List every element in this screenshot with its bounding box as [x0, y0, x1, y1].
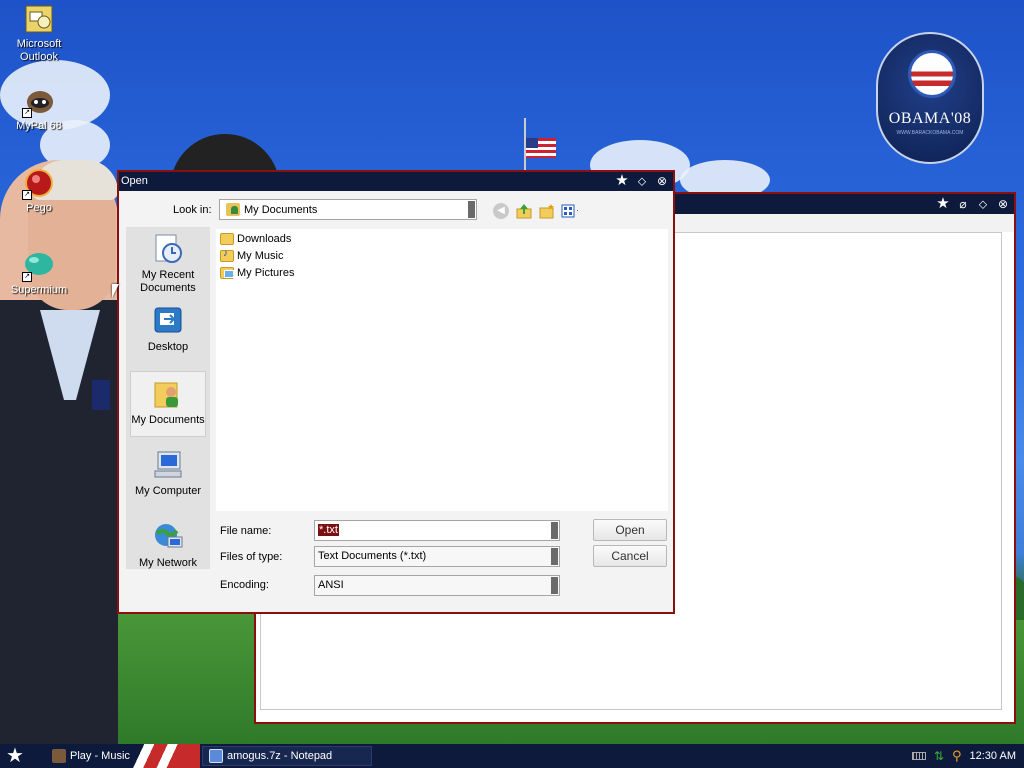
encoding-select[interactable]: ANSI	[314, 575, 560, 596]
file-name-input[interactable]: *.txt	[314, 520, 560, 541]
my-computer-icon	[152, 449, 184, 481]
taskbar-button-notepad[interactable]: amogus.7z - Notepad	[202, 746, 372, 766]
place-desktop[interactable]: Desktop	[130, 299, 206, 365]
view-menu-icon[interactable]	[561, 202, 578, 219]
keyboard-icon[interactable]	[911, 752, 926, 760]
back-icon[interactable]: ◀	[493, 202, 509, 219]
network-icon[interactable]: ⇅	[934, 749, 944, 763]
close-button[interactable]: ⊗	[996, 196, 1010, 212]
dropdown-arrow-icon[interactable]	[551, 522, 558, 539]
outlook-icon	[24, 4, 54, 34]
my-documents-icon	[152, 378, 184, 410]
flag-image	[526, 138, 556, 158]
campaign-logo: OBAMA'08 WWW.BARACKOBAMA.COM	[876, 32, 984, 164]
cancel-button[interactable]: Cancel	[593, 545, 667, 567]
star-menu-icon[interactable]: ★	[936, 196, 950, 212]
pego-icon: ↗	[22, 168, 54, 200]
file-name-label: File name:	[220, 525, 272, 537]
system-tray: ⇅ ⚲ 12:30 AM	[911, 744, 1016, 768]
desktop-icon-supermium[interactable]: ↗ Supermium	[2, 250, 76, 297]
my-network-icon	[152, 521, 184, 553]
star-menu-icon[interactable]: ★	[615, 173, 629, 189]
up-folder-icon[interactable]	[515, 202, 532, 219]
file-item-downloads[interactable]: Downloads	[220, 231, 291, 247]
taskbar-button-play-music[interactable]: Play - Music	[46, 746, 196, 766]
mouse-cursor	[112, 284, 119, 298]
file-item-my-pictures[interactable]: My Pictures	[220, 265, 294, 281]
music-player-icon	[52, 749, 66, 763]
dialog-close-button[interactable]: ⊗	[655, 173, 669, 189]
look-in-label: Look in:	[173, 204, 212, 216]
file-list[interactable]: Downloads My Music My Pictures	[216, 229, 668, 511]
taskbar: ★ Play - Music amogus.7z - Notepad ⇅ ⚲ 1…	[0, 744, 1024, 768]
minimize-button[interactable]: ⌀	[956, 196, 970, 212]
notepad-icon	[209, 749, 223, 763]
open-dialog: Open ★ ⬦ ⊗ Look in: My Documents ◀ My Re…	[117, 170, 675, 614]
dropdown-arrow-icon[interactable]	[551, 577, 558, 594]
music-folder-icon	[220, 248, 234, 262]
dropdown-arrow-icon[interactable]	[468, 201, 475, 218]
folder-icon	[220, 233, 234, 245]
encoding-label: Encoding:	[220, 579, 269, 591]
dropdown-arrow-icon[interactable]	[551, 548, 558, 565]
new-folder-icon[interactable]	[538, 202, 555, 219]
open-button[interactable]: Open	[593, 519, 667, 541]
files-of-type-select[interactable]: Text Documents (*.txt)	[314, 546, 560, 567]
places-bar: My Recent Documents Desktop My Documents…	[126, 227, 210, 569]
mypal-icon: ↗	[22, 86, 54, 118]
supermium-icon: ↗	[22, 250, 54, 282]
look-in-dropdown[interactable]: My Documents	[219, 199, 477, 220]
place-my-network[interactable]: My Network	[130, 515, 206, 581]
dialog-titlebar[interactable]: Open ★ ⬦ ⊗	[119, 172, 673, 191]
place-my-documents[interactable]: My Documents	[130, 371, 206, 437]
files-of-type-label: Files of type:	[220, 551, 283, 563]
desktop-icon-mypal[interactable]: ↗ MyPal 68	[2, 86, 76, 133]
clock[interactable]: 12:30 AM	[970, 750, 1016, 762]
desktop-icon	[152, 305, 184, 337]
desktop-icon-microsoft-outlook[interactable]: Microsoft Outlook	[2, 4, 76, 64]
place-my-recent-documents[interactable]: My Recent Documents	[130, 227, 206, 294]
person-image	[0, 160, 118, 744]
maximize-button[interactable]: ⬦	[976, 196, 990, 212]
desktop-icon-pego[interactable]: ↗ Pego	[2, 168, 76, 215]
place-my-computer[interactable]: My Computer	[130, 443, 206, 509]
pictures-folder-icon	[220, 267, 234, 279]
start-button[interactable]: ★	[6, 745, 24, 767]
dialog-title: Open	[121, 175, 148, 187]
help-button[interactable]: ⬦	[635, 173, 649, 189]
recent-documents-icon	[152, 233, 184, 265]
my-documents-small-icon	[226, 203, 240, 216]
file-item-my-music[interactable]: My Music	[220, 248, 283, 264]
search-icon[interactable]: ⚲	[952, 748, 962, 764]
